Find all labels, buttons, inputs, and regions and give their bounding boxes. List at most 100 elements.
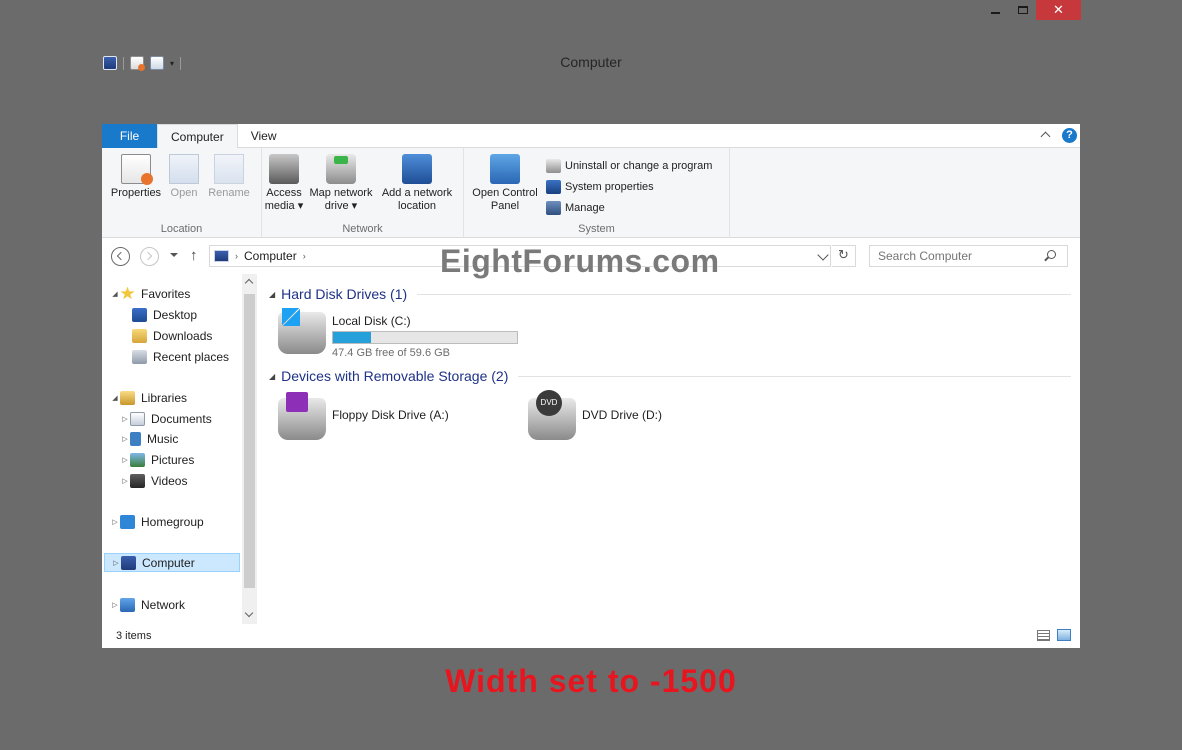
tab-file[interactable]: File [102,124,157,148]
nav-homegroup[interactable]: ▷ Homegroup [110,512,204,531]
group-collapse-icon[interactable]: ◢ [269,372,275,381]
nav-label: Music [147,431,179,446]
scrollbar-thumb[interactable] [244,294,255,588]
open-button[interactable]: Open [166,154,202,200]
open-control-panel-button[interactable]: Open Control Panel [468,154,542,213]
access-media-label-1: Access [266,187,302,199]
help-icon[interactable]: ? [1062,128,1077,143]
nav-network[interactable]: ▷ Network [110,595,185,614]
recent-locations-dropdown-icon[interactable] [170,253,178,257]
breadcrumb-chevron[interactable]: › [303,251,306,261]
nav-downloads[interactable]: Downloads [132,326,212,345]
group-divider [417,293,1071,295]
map-network-drive-label-1: Map network [309,187,373,199]
collapsed-arrow-icon[interactable]: ▷ [110,518,120,526]
expanded-arrow-icon[interactable]: ◢ [110,394,120,402]
collapsed-arrow-icon[interactable]: ▷ [120,477,130,485]
rename-button[interactable]: Rename [206,154,252,200]
downloads-icon [132,328,147,343]
nav-videos[interactable]: ▷ Videos [120,471,187,490]
drive-local-disk-c[interactable]: Local Disk (C:) 47.4 GB free of 59.6 GB [278,308,518,359]
details-view-icon[interactable] [1037,630,1050,641]
back-button[interactable] [111,247,130,266]
recent-places-icon [132,349,147,364]
homegroup-icon [120,514,135,529]
add-network-location-icon [402,154,432,184]
group-label-network: Network [342,223,383,235]
close-button[interactable]: ✕ [1036,0,1081,20]
map-network-drive-button[interactable]: Map network drive ▾ [306,154,376,213]
nav-libraries[interactable]: ◢ Libraries [110,388,187,407]
nav-label: Recent places [153,349,230,364]
navigation-pane: ◢ Favorites Desktop Downloads Recent pla… [102,274,257,624]
nav-pictures[interactable]: ▷ Pictures [120,450,194,469]
refresh-button[interactable]: ↻ [832,245,856,267]
drive-usage-bar [332,331,518,344]
rename-label: Rename [208,187,250,199]
tab-computer[interactable]: Computer [157,124,238,149]
group-header-hard-disk-drives[interactable]: ◢ Hard Disk Drives (1) [269,286,1071,302]
ribbon-tabs: File Computer View ? [102,124,1080,149]
close-icon: ✕ [1053,2,1064,18]
nav-label: Videos [151,473,188,488]
address-dropdown-icon[interactable] [817,249,829,261]
control-panel-icon [490,154,520,184]
nav-pane-scrollbar[interactable] [242,274,257,624]
minimize-button[interactable] [980,0,1010,20]
nav-desktop[interactable]: Desktop [132,305,197,324]
large-icons-view-icon[interactable] [1057,629,1071,641]
breadcrumb-chevron[interactable]: › [235,251,238,261]
access-media-button[interactable]: Access media ▾ [264,154,304,213]
map-network-drive-label-2: drive ▾ [324,200,358,212]
collapsed-arrow-icon[interactable]: ▷ [111,559,121,567]
collapsed-arrow-icon[interactable]: ▷ [110,601,120,609]
search-icon[interactable] [1047,250,1056,259]
favorites-star-icon [120,286,135,300]
collapsed-arrow-icon[interactable]: ▷ [120,456,130,464]
group-header-label: Devices with Removable Storage (2) [281,368,509,384]
properties-label: Properties [110,187,162,199]
map-network-drive-icon [326,154,356,184]
group-collapse-icon[interactable]: ◢ [269,290,275,299]
tab-view[interactable]: View [238,124,290,148]
manage-label: Manage [565,201,605,214]
access-media-icon [269,154,299,184]
manage-button[interactable]: Manage [546,197,712,218]
uninstall-program-button[interactable]: Uninstall or change a program [546,155,712,176]
system-properties-label: System properties [565,180,654,193]
forward-button[interactable] [140,247,159,266]
properties-button[interactable]: Properties [110,154,162,200]
breadcrumb-computer[interactable]: Computer [244,249,297,263]
scroll-up-icon[interactable] [244,278,254,288]
search-input[interactable] [869,245,1068,267]
desktop-icon [132,307,147,322]
nav-label: Desktop [153,307,198,322]
expanded-arrow-icon[interactable]: ◢ [110,290,120,298]
libraries-icon [120,390,135,405]
nav-documents[interactable]: ▷ Documents [120,409,212,428]
nav-label: Favorites [141,286,191,301]
group-divider [518,375,1071,377]
nav-favorites[interactable]: ◢ Favorites [110,284,190,303]
add-network-location-button[interactable]: Add a network location [378,154,456,213]
nav-label: Downloads [153,328,213,343]
drive-dvd-d[interactable]: DVD Drive (D:) [528,390,662,440]
nav-recent-places[interactable]: Recent places [132,347,229,366]
nav-label: Documents [151,411,212,426]
group-header-removable-storage[interactable]: ◢ Devices with Removable Storage (2) [269,368,1071,384]
group-label-system: System [578,223,615,235]
drive-floppy-a[interactable]: Floppy Disk Drive (A:) [278,392,449,440]
collapsed-arrow-icon[interactable]: ▷ [120,435,130,443]
drive-name: Floppy Disk Drive (A:) [332,408,449,422]
minimize-ribbon-icon[interactable] [1040,130,1052,142]
collapsed-arrow-icon[interactable]: ▷ [120,415,130,423]
dvd-drive-icon [528,390,576,440]
nav-computer[interactable]: ▷ Computer [104,553,240,572]
ribbon-group-system: Open Control Panel Uninstall or change a… [464,148,730,238]
maximize-button[interactable] [1010,0,1036,20]
documents-icon [130,411,145,426]
up-button[interactable]: ↑ [190,247,198,265]
system-properties-button[interactable]: System properties [546,176,712,197]
scroll-down-icon[interactable] [244,608,254,618]
nav-music[interactable]: ▷ Music [120,429,178,448]
